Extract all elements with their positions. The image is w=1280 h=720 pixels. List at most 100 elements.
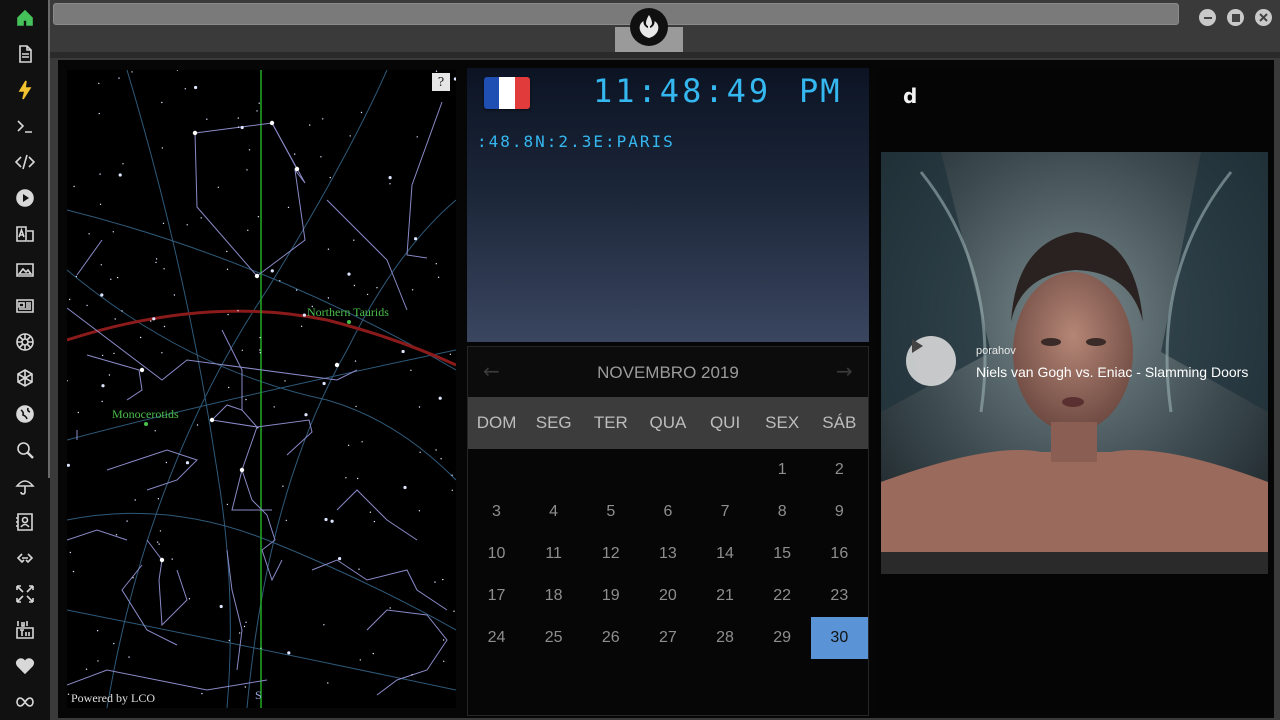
calendar-day-9[interactable]: 9	[811, 491, 868, 533]
sidebar-item-globe[interactable]	[10, 399, 40, 429]
calendar-day-29[interactable]: 29	[754, 617, 811, 659]
sidebar-item-search[interactable]	[10, 435, 40, 465]
star	[349, 135, 351, 137]
star	[118, 77, 120, 79]
calendar-day-12[interactable]: 12	[582, 533, 639, 575]
video-title[interactable]: Niels van Gogh vs. Eniac - Slamming Door…	[976, 364, 1248, 380]
calendar-day-1[interactable]: 1	[754, 449, 811, 491]
constellation-line	[406, 101, 443, 259]
maximize-button[interactable]	[1227, 9, 1244, 26]
star	[440, 458, 442, 460]
calendar-next-button[interactable]: →	[836, 359, 853, 383]
calendar-day-26[interactable]: 26	[582, 617, 639, 659]
sidebar-item-heart[interactable]	[10, 651, 40, 681]
star	[354, 360, 357, 362]
sidebar-item-lightning[interactable]	[10, 75, 40, 105]
sidebar-item-youtube[interactable]	[10, 615, 40, 645]
calendar-day-20[interactable]: 20	[639, 575, 696, 617]
empire-icon	[16, 333, 34, 351]
sky-map-help-button[interactable]: ?	[432, 73, 450, 91]
sidebar-item-expand[interactable]	[10, 579, 40, 609]
star	[418, 510, 421, 512]
calendar-day-13[interactable]: 13	[639, 533, 696, 575]
star	[112, 231, 114, 233]
address-bar[interactable]	[53, 3, 1179, 25]
calendar-day-23[interactable]: 23	[811, 575, 868, 617]
calendar-day-11[interactable]: 11	[525, 533, 582, 575]
sidebar-scrollbar[interactable]	[48, 0, 50, 478]
calendar-day-15[interactable]: 15	[754, 533, 811, 575]
video-player[interactable]: porahov Niels van Gogh vs. Eniac - Slamm…	[881, 152, 1268, 574]
site-logo[interactable]: d	[903, 84, 917, 108]
video-play-button[interactable]	[906, 336, 956, 386]
sidebar-item-infinity[interactable]	[10, 687, 40, 717]
star	[227, 313, 229, 316]
sidebar-item-umbrella[interactable]	[10, 471, 40, 501]
sidebar-item-home[interactable]	[10, 3, 40, 33]
calendar-day-18[interactable]: 18	[525, 575, 582, 617]
calendar-day-30[interactable]: 30	[810, 617, 868, 659]
star	[156, 541, 159, 543]
minimize-button[interactable]	[1199, 9, 1216, 26]
star	[110, 278, 112, 280]
calendar-day-14[interactable]: 14	[697, 533, 754, 575]
sidebar-item-terminal[interactable]	[10, 111, 40, 141]
bright-star	[159, 557, 165, 563]
star	[438, 396, 442, 400]
star	[338, 557, 342, 561]
sidebar-item-image[interactable]	[10, 255, 40, 285]
constellation-line	[67, 669, 268, 691]
calendar-day-8[interactable]: 8	[754, 491, 811, 533]
close-button[interactable]	[1255, 9, 1272, 26]
sidebar-item-play[interactable]	[10, 183, 40, 213]
sidebar-item-contact[interactable]	[10, 507, 40, 537]
star	[434, 581, 436, 583]
sidebar-item-newspaper[interactable]	[10, 291, 40, 321]
calendar-day-19[interactable]: 19	[582, 575, 639, 617]
calendar-day-10[interactable]: 10	[468, 533, 525, 575]
star	[302, 313, 306, 317]
sidebar-item-document[interactable]	[10, 39, 40, 69]
flag-stripe-red	[514, 77, 530, 109]
calendar-day-16[interactable]: 16	[811, 533, 868, 575]
star	[201, 692, 203, 695]
star	[226, 503, 229, 506]
calendar-day-4[interactable]: 4	[525, 491, 582, 533]
newspaper-icon	[16, 299, 34, 313]
star	[245, 621, 247, 623]
weekday-qua: QUA	[649, 413, 687, 432]
calendar-day-6[interactable]: 6	[639, 491, 696, 533]
sky-map[interactable]: ? Northern Taurids Monocerotids Powered …	[67, 70, 456, 708]
calendar-day-27[interactable]: 27	[639, 617, 696, 659]
calendar-day-24[interactable]: 24	[468, 617, 525, 659]
star	[259, 336, 261, 339]
star	[237, 126, 240, 128]
star	[372, 652, 374, 655]
rebel-alliance-logo-icon[interactable]	[630, 8, 668, 46]
star	[77, 411, 79, 414]
calendar-day-3[interactable]: 3	[468, 491, 525, 533]
video-uploader[interactable]: porahov	[976, 345, 1016, 357]
calendar-day-17[interactable]: 17	[468, 575, 525, 617]
calendar-day-2[interactable]: 2	[811, 449, 868, 491]
sidebar-item-link[interactable]	[10, 543, 40, 573]
calendar-day-21[interactable]: 21	[697, 575, 754, 617]
weekday-sex: SEX	[765, 413, 800, 432]
star	[134, 499, 136, 501]
calendar-day-5[interactable]: 5	[582, 491, 639, 533]
constellation-line	[121, 564, 178, 646]
constellation-line	[211, 419, 313, 456]
sidebar-item-code[interactable]	[10, 147, 40, 177]
calendar-day-7[interactable]: 7	[697, 491, 754, 533]
star	[162, 222, 165, 225]
sidebar-item-hexagon[interactable]	[10, 363, 40, 393]
sidebar-item-translate[interactable]	[10, 219, 40, 249]
star	[256, 110, 258, 112]
search-icon	[17, 442, 34, 459]
sidebar-item-empire[interactable]	[10, 327, 40, 357]
calendar-day-28[interactable]: 28	[697, 617, 754, 659]
calendar-day-22[interactable]: 22	[754, 575, 811, 617]
monocerotids-radiant	[144, 422, 148, 426]
constellation-line	[106, 449, 198, 491]
calendar-day-25[interactable]: 25	[525, 617, 582, 659]
